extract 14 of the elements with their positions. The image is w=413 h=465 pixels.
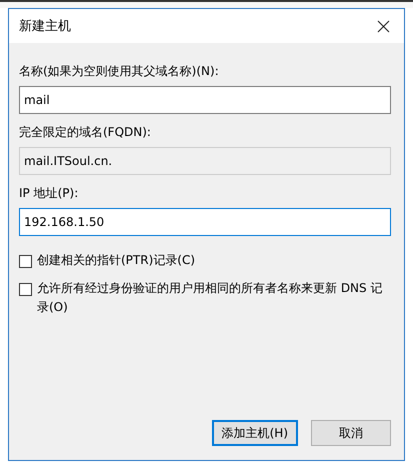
field-label: 完全限定的域名(FQDN): <box>19 124 152 141</box>
checkbox[interactable] <box>19 255 32 268</box>
dialog-button[interactable]: 添加主机(H) <box>212 420 298 446</box>
dialog-button[interactable]: 取消 <box>311 420 391 446</box>
checkbox[interactable] <box>19 283 32 296</box>
text-field[interactable]: mail <box>19 86 391 114</box>
field-label: 名称(如果为空则使用其父域名称)(N): <box>19 63 220 80</box>
window-title: 新建主机 <box>19 18 71 35</box>
checkbox-label: 允许所有经过身份验证的用户用相同的所有者名称来更新 DNS 记录(O) <box>37 280 384 316</box>
field-label: IP 地址(P): <box>19 185 80 202</box>
text-field[interactable]: 192.168.1.50 <box>19 208 391 236</box>
text-field[interactable]: mail.ITSoul.cn. <box>19 147 391 175</box>
close-icon <box>377 20 390 32</box>
checkbox-label: 创建相关的指针(PTR)记录(C) <box>37 252 196 269</box>
